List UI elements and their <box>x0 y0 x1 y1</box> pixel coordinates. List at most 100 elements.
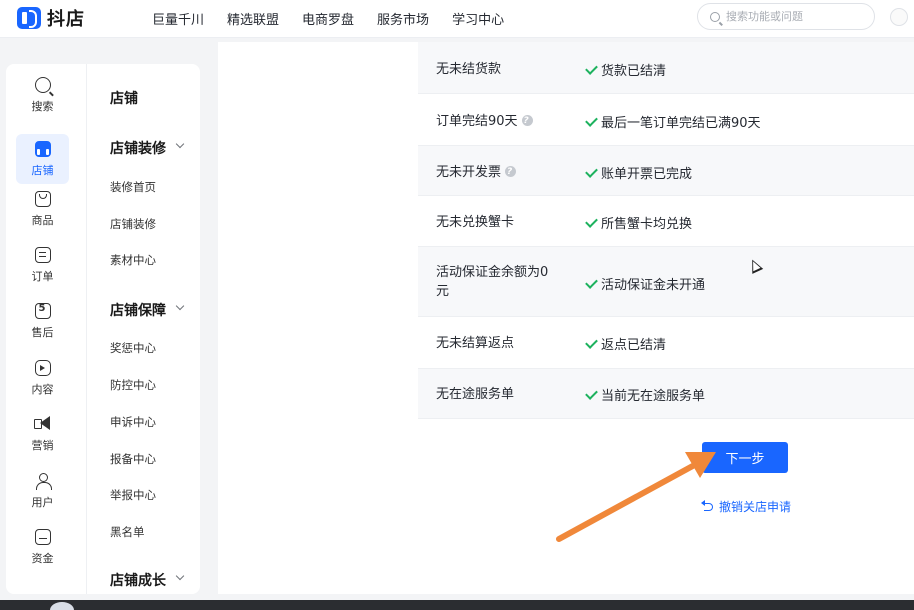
check-icon <box>585 113 598 127</box>
rail-label: 商品 <box>31 213 54 227</box>
check-label: 无未结算返点 <box>436 336 515 351</box>
rail-label: 搜索 <box>31 99 54 113</box>
check-status: 所售蟹卡均兑换 <box>585 213 693 232</box>
check-label: 活动保证金余额为0 元 <box>436 263 548 301</box>
help-icon[interactable] <box>521 112 533 131</box>
next-step-button[interactable]: 下一步 <box>702 442 788 473</box>
submenu-group-growth[interactable]: 店铺成长 <box>110 570 166 590</box>
rail-label: 用户 <box>31 495 54 509</box>
check-label: 订单完结90天 <box>436 112 533 131</box>
revoke-label: 撤销关店申请 <box>719 500 792 514</box>
submenu-item-shop-decor[interactable]: 店铺装修 <box>110 216 156 232</box>
rail-item-search[interactable]: 搜索 <box>16 70 69 120</box>
rail-item-content[interactable]: 内容 <box>16 353 69 403</box>
chevron-down-icon[interactable] <box>175 301 185 311</box>
submenu-item-rewards[interactable]: 奖惩中心 <box>110 340 156 356</box>
check-status-text: 活动保证金未开通 <box>601 278 706 293</box>
rail-label: 订单 <box>31 269 54 283</box>
search-input[interactable] <box>726 10 866 23</box>
content-icon <box>34 359 51 376</box>
bag-icon <box>34 190 51 207</box>
rail-item-product[interactable]: 商品 <box>16 184 69 234</box>
revoke-close-shop-link[interactable]: 撤销关店申请 <box>701 498 792 515</box>
table-row: 无未结算返点 返点已结清 <box>418 317 914 369</box>
topnav-item-compass[interactable]: 电商罗盘 <box>302 9 354 28</box>
main-panel: 无未结货款 货款已结清 订单完结90天 最后一笔订单完结已满90天 无未开发票 … <box>218 42 914 594</box>
help-icon[interactable] <box>505 163 517 182</box>
rail-item-after-sale[interactable]: 售后 <box>16 296 69 346</box>
logo[interactable]: 抖店 <box>17 5 85 31</box>
megaphone-icon <box>33 415 52 432</box>
sub-menu: 店铺 店铺装修 装修首页 店铺装修 素材中心 店铺保障 奖惩中心 防控中心 申诉… <box>86 64 200 594</box>
undo-icon <box>701 499 713 511</box>
user-icon <box>35 472 52 490</box>
check-status: 货款已结清 <box>585 60 666 79</box>
check-label: 无未兑换蟹卡 <box>436 215 515 230</box>
check-label-line1: 活动保证金余额为0 <box>436 265 549 280</box>
wallet-icon <box>34 528 51 545</box>
submenu-title: 店铺 <box>110 91 138 107</box>
chevron-down-icon[interactable] <box>175 571 185 581</box>
shop-icon <box>34 140 51 157</box>
table-row: 订单完结90天 最后一笔订单完结已满90天 <box>418 94 914 146</box>
topnav-item-alliance[interactable]: 精选联盟 <box>227 9 279 28</box>
check-status-text: 最后一笔订单完结已满90天 <box>601 116 761 131</box>
topnav-item-learning[interactable]: 学习中心 <box>452 9 504 28</box>
rail-label: 资金 <box>31 551 54 565</box>
top-bar: 抖店 巨量千川 精选联盟 电商罗盘 服务市场 学习中心 <box>0 0 914 38</box>
rail-item-funds[interactable]: 资金 <box>16 522 69 572</box>
table-row: 活动保证金余额为0 元 活动保证金未开通 <box>418 247 914 317</box>
rail-label: 内容 <box>31 382 54 396</box>
submenu-item-decor-home[interactable]: 装修首页 <box>110 179 156 195</box>
check-icon <box>585 164 598 178</box>
rail-item-user[interactable]: 用户 <box>16 466 69 516</box>
table-row: 无在途服务单 当前无在途服务单 <box>418 369 914 419</box>
search-icon <box>710 11 720 22</box>
icon-rail: 搜索 店铺 商品 订单 售后 内容 营销 用户 资金 <box>6 64 86 594</box>
check-status-text: 所售蟹卡均兑换 <box>601 217 693 232</box>
rail-item-marketing[interactable]: 营销 <box>16 409 69 459</box>
search-icon <box>34 76 51 93</box>
taskbar-strip <box>0 600 914 610</box>
check-label: 无未结货款 <box>436 62 502 77</box>
check-status: 当前无在途服务单 <box>585 385 706 404</box>
check-label-line2: 元 <box>436 284 450 299</box>
rail-label: 营销 <box>31 438 54 452</box>
check-status: 返点已结清 <box>585 334 667 353</box>
topnav-item-qianchuan[interactable]: 巨量千川 <box>152 9 204 28</box>
table-row: 无未结货款 货款已结清 <box>418 42 914 94</box>
check-label-text: 无未开发票 <box>436 165 502 180</box>
rail-label: 店铺 <box>31 163 54 177</box>
check-icon <box>585 275 598 289</box>
submenu-item-risk-control[interactable]: 防控中心 <box>110 377 156 393</box>
table-row: 无未兑换蟹卡 所售蟹卡均兑换 <box>418 196 914 247</box>
submenu-group-guarantee[interactable]: 店铺保障 <box>110 300 166 320</box>
check-label: 无未开发票 <box>436 163 517 182</box>
check-icon <box>585 61 598 75</box>
rail-item-order[interactable]: 订单 <box>16 240 69 290</box>
table-row: 无未开发票 账单开票已完成 <box>418 146 914 196</box>
logo-icon <box>17 7 41 29</box>
check-status: 最后一笔订单完结已满90天 <box>585 112 761 131</box>
order-icon <box>34 246 51 263</box>
check-icon <box>585 214 598 228</box>
check-status-text: 返点已结清 <box>601 338 667 353</box>
submenu-item-appeal[interactable]: 申诉中心 <box>110 414 156 430</box>
search-box[interactable] <box>697 3 875 30</box>
avatar[interactable] <box>890 8 908 26</box>
check-label: 无在途服务单 <box>436 387 515 402</box>
submenu-item-report[interactable]: 举报中心 <box>110 487 156 503</box>
check-status: 活动保证金未开通 <box>585 274 706 293</box>
topnav-item-service-market[interactable]: 服务市场 <box>377 9 429 28</box>
check-status-text: 账单开票已完成 <box>601 167 693 182</box>
submenu-item-blacklist[interactable]: 黑名单 <box>110 524 145 540</box>
submenu-group-decoration[interactable]: 店铺装修 <box>110 138 166 158</box>
rail-label: 售后 <box>31 325 54 339</box>
top-nav: 巨量千川 精选联盟 电商罗盘 服务市场 学习中心 <box>152 9 527 28</box>
chevron-down-icon[interactable] <box>175 139 185 149</box>
submenu-item-materials[interactable]: 素材中心 <box>110 252 156 268</box>
rail-item-shop[interactable]: 店铺 <box>16 134 69 184</box>
check-status-text: 当前无在途服务单 <box>601 389 706 404</box>
check-status: 账单开票已完成 <box>585 163 693 182</box>
submenu-item-filing[interactable]: 报备中心 <box>110 451 156 467</box>
